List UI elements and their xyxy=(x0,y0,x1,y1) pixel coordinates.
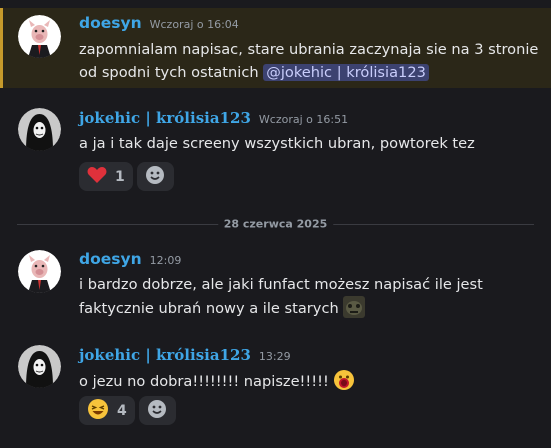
date-divider-label: 28 czerwca 2025 xyxy=(217,217,334,231)
user-mention[interactable]: @jokehic | królisia123 xyxy=(263,64,429,81)
author-name[interactable]: doesyn xyxy=(79,14,142,32)
smiley-icon xyxy=(145,165,165,189)
message-text: zapomnialam napisac, stare ubrania zaczy… xyxy=(79,41,539,81)
message-text: i bardzo dobrze, ale jaki funfact możesz… xyxy=(79,276,483,318)
date-divider: 28 czerwca 2025 xyxy=(17,217,534,231)
reactions-bar: 1 xyxy=(79,162,174,191)
message-text: o jezu no dobra!!!!!!!! napisze!!!!! xyxy=(79,369,539,393)
reaction-laughing[interactable]: 4 xyxy=(79,396,135,425)
screaming-face-icon[interactable] xyxy=(333,369,355,391)
timestamp[interactable]: 12:09 xyxy=(150,254,182,267)
message-4: jokehic | królisia123 13:29 o jezu no do… xyxy=(0,337,551,437)
author-name[interactable]: jokehic | królisia123 xyxy=(79,109,251,127)
smiley-icon xyxy=(147,399,167,423)
timestamp[interactable]: Wczoraj o 16:04 xyxy=(150,18,239,31)
timestamp[interactable]: Wczoraj o 16:51 xyxy=(259,113,348,126)
black-haired-figure-avatar[interactable] xyxy=(18,345,61,388)
reaction-heart[interactable]: 1 xyxy=(79,162,133,191)
custom-meme-emoji-icon[interactable] xyxy=(343,296,366,318)
author-name[interactable]: doesyn xyxy=(79,250,142,268)
pig-mask-avatar[interactable] xyxy=(18,15,61,58)
message-3: doesyn 12:09 i bardzo dobrze, ale jaki f… xyxy=(0,242,551,327)
heart-icon xyxy=(87,166,107,188)
reactions-bar: 4 xyxy=(79,396,176,425)
add-reaction-button[interactable] xyxy=(136,162,174,191)
message-header: doesyn Wczoraj o 16:04 xyxy=(79,14,239,32)
add-reaction-button[interactable] xyxy=(138,396,176,425)
timestamp[interactable]: 13:29 xyxy=(259,350,291,363)
message-1: doesyn Wczoraj o 16:04 zapomnialam napis… xyxy=(0,8,551,88)
message-text: a ja i tak daje screeny wszystkich ubran… xyxy=(79,135,475,152)
pig-mask-avatar[interactable] xyxy=(18,250,61,293)
reaction-count: 4 xyxy=(117,402,127,419)
reaction-count: 1 xyxy=(115,168,125,185)
message-header: jokehic | królisia123 13:29 xyxy=(79,346,291,364)
black-haired-figure-avatar[interactable] xyxy=(18,108,61,151)
message-header: doesyn 12:09 xyxy=(79,250,181,268)
message-header: jokehic | królisia123 Wczoraj o 16:51 xyxy=(79,109,348,127)
laughing-face-icon xyxy=(87,398,109,424)
message-2: jokehic | królisia123 Wczoraj o 16:51 a … xyxy=(0,100,551,200)
author-name[interactable]: jokehic | królisia123 xyxy=(79,346,251,364)
